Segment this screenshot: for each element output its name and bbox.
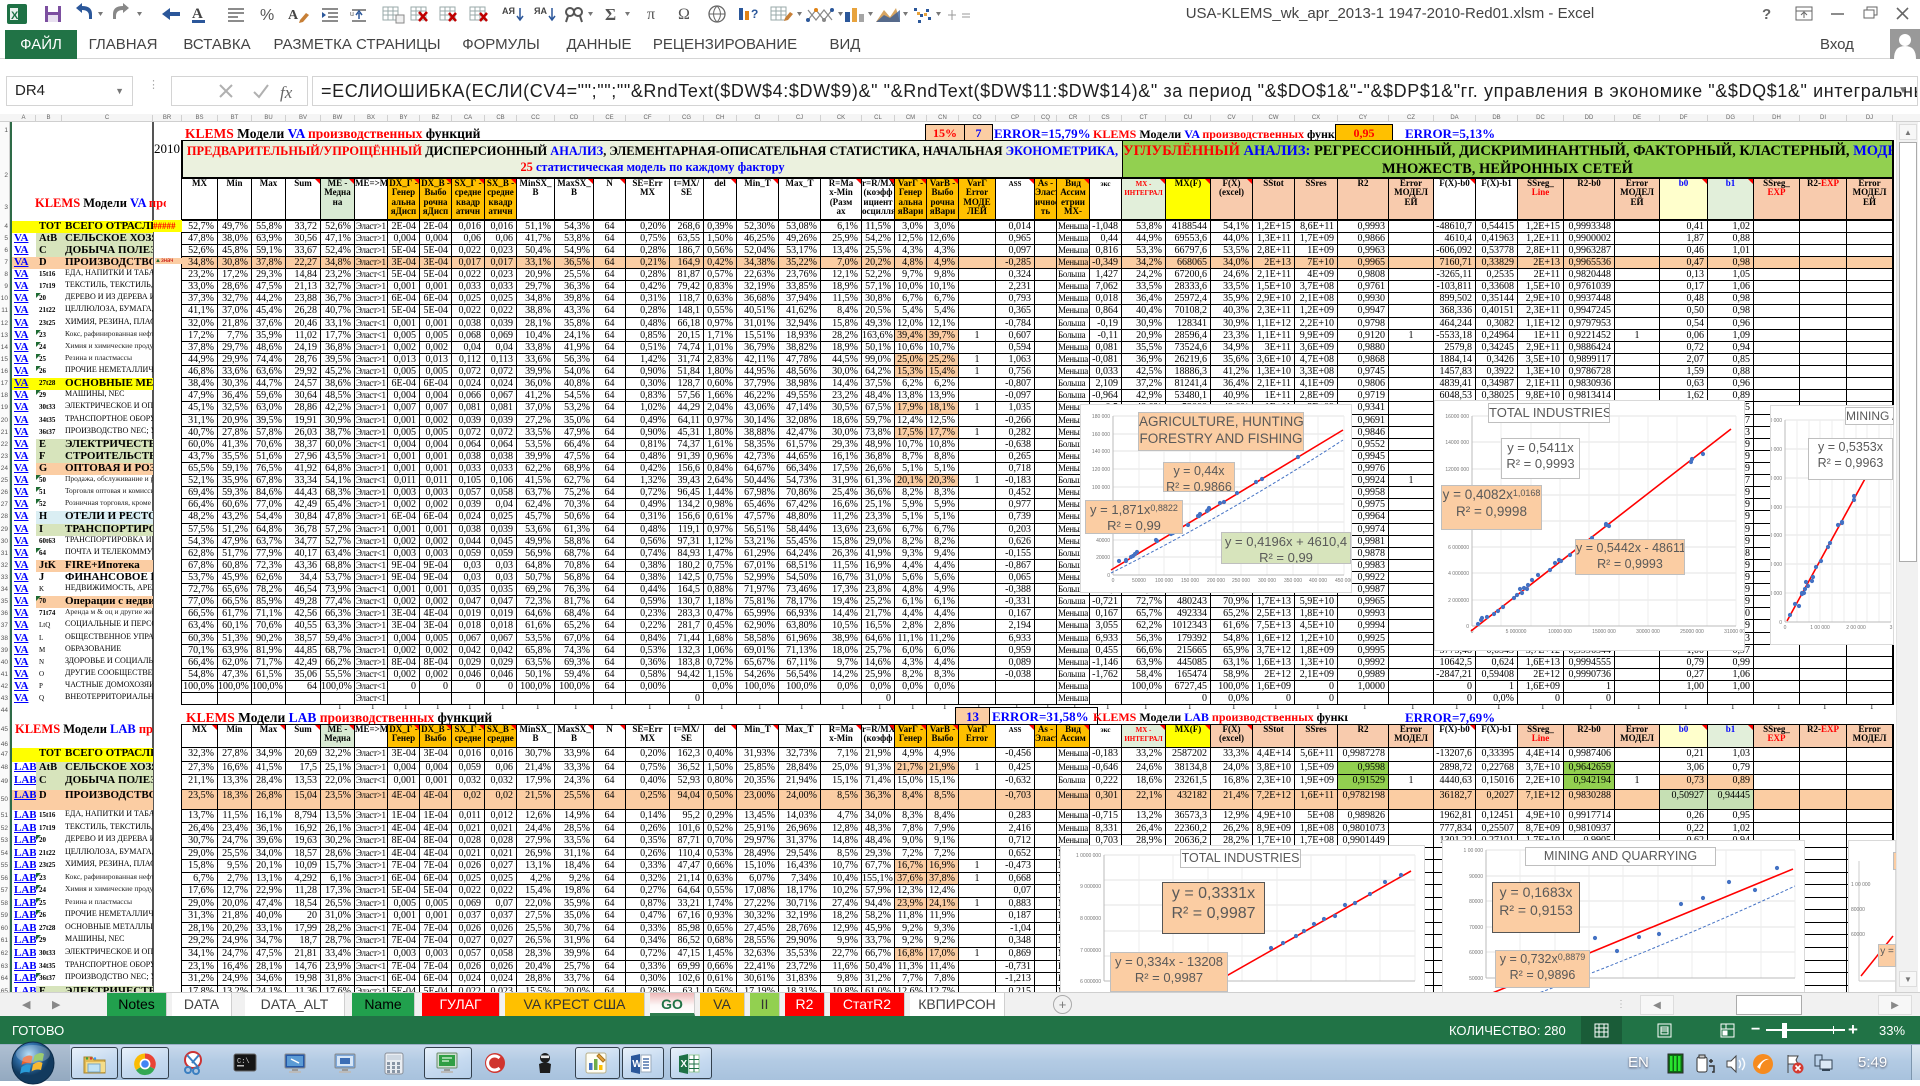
svg-text:7 000000: 7 000000 [1080, 948, 1101, 954]
svg-text:2 00 000: 2 00 000 [1771, 505, 1782, 511]
svg-text:60000: 60000 [1469, 950, 1483, 956]
svg-text:2 50 000: 2 50 000 [1771, 476, 1782, 482]
svg-text:90000: 90000 [1469, 874, 1483, 880]
svg-text:60000: 60000 [1851, 932, 1865, 938]
svg-text:25000 000: 25000 000 [1680, 629, 1704, 635]
svg-text:fx: fx [280, 83, 293, 102]
svg-text:6 000000: 6 000000 [1080, 979, 1101, 985]
svg-text:14000 000: 14000 000 [1445, 440, 1469, 446]
svg-text:180 000: 180 000 [1092, 414, 1110, 420]
svg-text:10000 000: 10000 000 [1548, 629, 1572, 635]
svg-text:4 000000: 4 000000 [1448, 571, 1469, 577]
svg-text:C:\: C:\ [237, 1058, 250, 1066]
svg-text:3 50 000: 3 50 000 [1771, 418, 1782, 424]
svg-text:15000 000: 15000 000 [1592, 629, 1616, 635]
svg-text:100 000: 100 000 [1092, 485, 1110, 491]
svg-text:1 50 000: 1 50 000 [1771, 533, 1782, 539]
svg-text:9 000000: 9 000000 [1080, 884, 1101, 890]
svg-text:300 000: 300 000 [1258, 578, 1276, 584]
svg-text:6 000000: 6 000000 [1448, 545, 1469, 551]
svg-text:160 000: 160 000 [1092, 432, 1110, 438]
svg-text:%: % [260, 7, 274, 24]
svg-text:120 000: 120 000 [1092, 467, 1110, 473]
svg-text:3: 3 [1890, 625, 1893, 631]
svg-text:400 000: 400 000 [1309, 578, 1327, 584]
svg-text:A: A [288, 8, 299, 23]
svg-text:0: 0 [1112, 578, 1115, 584]
svg-text:80000: 80000 [1469, 899, 1483, 905]
svg-text:3 00 000: 3 00 000 [1771, 447, 1782, 453]
svg-text:?: ? [751, 7, 758, 21]
svg-text:100 000: 100 000 [1155, 578, 1173, 584]
svg-text:20000: 20000 [1096, 555, 1110, 561]
svg-text:40000: 40000 [1096, 538, 1110, 544]
svg-text:АЯ: АЯ [502, 6, 515, 16]
svg-text:X: X [681, 1059, 688, 1070]
svg-text:140 000: 140 000 [1092, 449, 1110, 455]
svg-text:50000: 50000 [1132, 578, 1146, 584]
svg-text:80000: 80000 [1851, 907, 1865, 913]
svg-text:50 000: 50 000 [1771, 591, 1782, 597]
svg-text:8 000000: 8 000000 [1080, 916, 1101, 922]
svg-text:0: 0 [1779, 620, 1782, 626]
svg-text:2 000000: 2 000000 [1448, 598, 1469, 604]
svg-text:250 000: 250 000 [1232, 578, 1250, 584]
svg-text:12000 000: 12000 000 [1445, 467, 1469, 473]
svg-text:450 000: 450 000 [1335, 578, 1351, 584]
svg-text:ЯА: ЯА [534, 6, 547, 16]
svg-text:π: π [647, 6, 655, 23]
svg-text:1 00 000: 1 00 000 [1771, 562, 1782, 568]
svg-text:A: A [192, 6, 203, 22]
svg-text:X: X [11, 10, 19, 22]
svg-text:150 000: 150 000 [1181, 578, 1199, 584]
svg-text:2 00 000: 2 00 000 [1846, 625, 1866, 631]
svg-text:0: 0 [1107, 573, 1110, 579]
svg-text:70000: 70000 [1469, 925, 1483, 931]
svg-text:30000 000: 30000 000 [1636, 629, 1660, 635]
svg-text:200 000: 200 000 [1207, 578, 1225, 584]
svg-text:?: ? [1762, 6, 1771, 23]
svg-text:u: u [350, 11, 354, 18]
svg-text:1 00 000: 1 00 000 [1851, 882, 1871, 888]
svg-text:1 00 000: 1 00 000 [1810, 625, 1830, 631]
svg-text:50000: 50000 [1469, 976, 1483, 982]
svg-text:1 0000 000: 1 0000 000 [1076, 853, 1101, 859]
svg-text:Ω: Ω [678, 6, 690, 23]
svg-text:0: 0 [1784, 625, 1787, 631]
svg-text:16000 000: 16000 000 [1445, 414, 1469, 420]
svg-text:1 00 000: 1 00 000 [1464, 848, 1484, 854]
svg-text:Σ: Σ [605, 5, 616, 24]
svg-text:31000 000: 31000 000 [1724, 629, 1744, 635]
svg-text:350 000: 350 000 [1284, 578, 1302, 584]
svg-text:0: 0 [1466, 624, 1469, 630]
svg-text:5 000000: 5 000000 [1506, 629, 1527, 635]
